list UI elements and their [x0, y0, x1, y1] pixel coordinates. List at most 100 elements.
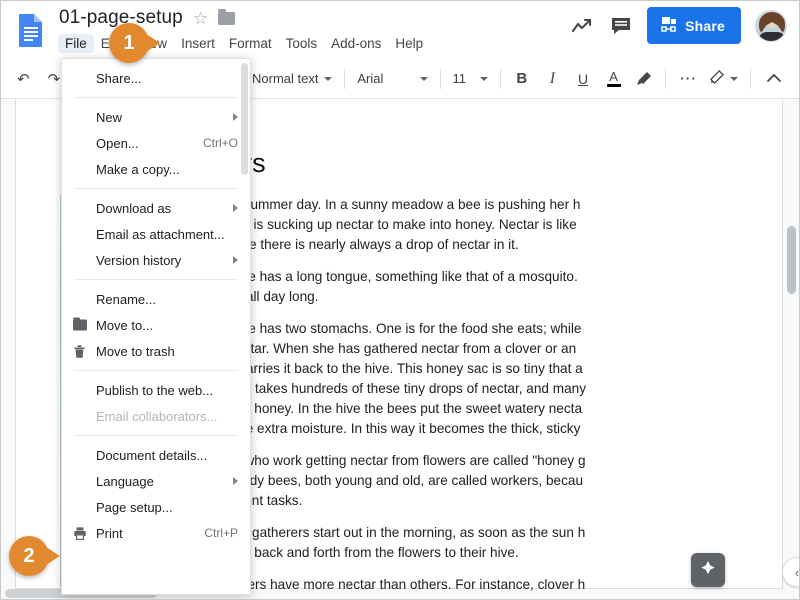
toolbar-divider — [499, 68, 501, 89]
paragraph-style-value: Normal text — [252, 71, 319, 86]
menu-item-shortcut: Ctrl+O — [202, 136, 238, 150]
explore-button[interactable] — [691, 553, 725, 587]
menu-item-share[interactable]: Share... — [62, 65, 250, 91]
submenu-arrow-icon — [233, 113, 238, 121]
toolbar-right-group — [703, 65, 799, 93]
menu-item-move-to-trash[interactable]: Move to trash — [62, 338, 250, 364]
menu-format[interactable]: Format — [222, 34, 279, 53]
menu-item-page-setup[interactable]: Page setup... — [62, 494, 250, 520]
menu-item-label: Document details... — [96, 447, 208, 463]
paragraph-5: The honey gatherers start out in the mor… — [184, 523, 742, 563]
vertical-scrollbar[interactable] — [787, 100, 796, 577]
font-family-value: Arial — [357, 71, 384, 86]
submenu-arrow-icon — [233, 256, 238, 264]
font-family-select[interactable]: Arial — [351, 71, 433, 86]
menu-item-language[interactable]: Language — [62, 468, 250, 494]
paragraph-3: A honeybee has two stomachs. One is for … — [184, 319, 742, 439]
menu-item-label: Print — [96, 525, 123, 541]
italic-button[interactable]: I — [540, 65, 565, 93]
activity-dashboard-icon[interactable] — [571, 14, 595, 38]
toolbar-divider — [439, 68, 441, 89]
comment-history-icon[interactable] — [609, 14, 633, 38]
collapse-toolbar-icon[interactable] — [760, 65, 788, 93]
chevron-down-icon — [324, 76, 333, 81]
menu-item-label: Download as — [96, 200, 172, 216]
explore-diamond-icon — [699, 559, 717, 582]
underline-button[interactable]: U — [571, 65, 596, 93]
chevron-down-icon — [419, 76, 428, 81]
menu-item-publish-to-the-web[interactable]: Publish to the web... — [62, 377, 250, 403]
menu-item-label: Make a copy... — [96, 161, 180, 177]
menu-help[interactable]: Help — [388, 34, 430, 53]
share-button[interactable]: Share — [647, 7, 741, 44]
menu-separator — [74, 188, 238, 189]
menu-item-shortcut: Ctrl+P — [204, 526, 238, 540]
file-dropdown-menu[interactable]: Share... New Open... Ctrl+O Make a copy.… — [61, 58, 251, 595]
menu-separator — [74, 370, 238, 371]
menu-item-document-details[interactable]: Document details... — [62, 442, 250, 468]
chevron-down-icon — [479, 76, 488, 81]
menu-item-label: Email collaborators... — [96, 408, 218, 424]
avatar-body — [758, 31, 786, 41]
menu-item-label: Share... — [96, 70, 142, 86]
menu-item-label: Move to trash — [96, 343, 175, 359]
font-size-value: 11 — [452, 71, 467, 86]
chevron-down-icon — [730, 76, 738, 81]
callout-step-2: 2 — [9, 536, 49, 576]
menu-item-download-as[interactable]: Download as — [62, 195, 250, 221]
submenu-arrow-icon — [233, 477, 238, 485]
menu-separator — [74, 97, 238, 98]
share-label: Share — [685, 17, 725, 34]
menu-item-label: Rename... — [96, 291, 156, 307]
menu-item-print[interactable]: Print Ctrl+P — [62, 520, 250, 546]
paragraph-2: A honeybee has a long tongue, something … — [184, 267, 742, 307]
avatar[interactable] — [755, 9, 787, 42]
editing-mode-select[interactable] — [703, 69, 744, 88]
bold-button[interactable]: B — [510, 65, 535, 93]
menu-separator — [74, 279, 238, 280]
paragraph-style-select[interactable]: Normal text — [246, 71, 338, 86]
text-color-letter: A — [609, 68, 618, 84]
menu-file[interactable]: File — [58, 34, 94, 53]
menu-item-label: New — [96, 109, 123, 125]
font-size-select[interactable]: 11 — [447, 71, 494, 86]
menu-item-make-a-copy[interactable]: Make a copy... — [62, 156, 250, 182]
toolbar-divider — [665, 68, 667, 89]
menu-item-move-to[interactable]: Move to... — [62, 312, 250, 338]
document-title-row: 01-page-setup ☆ — [59, 7, 236, 29]
menu-scrollbar-thumb[interactable] — [241, 63, 248, 175]
menu-tools[interactable]: Tools — [279, 34, 325, 53]
menu-item-label: Version history — [96, 252, 182, 268]
folder-icon — [72, 317, 87, 333]
toolbar-divider — [344, 68, 346, 89]
trash-icon — [72, 344, 87, 359]
menu-item-new[interactable]: New — [62, 104, 250, 130]
star-icon[interactable]: ☆ — [193, 10, 208, 27]
paragraph-1: It is a still summer day. In a sunny mea… — [184, 195, 742, 255]
google-docs-window: 01-page-setup ☆ File Edit View Insert Fo… — [0, 0, 800, 600]
menu-insert[interactable]: Insert — [174, 34, 222, 53]
menu-item-open[interactable]: Open... Ctrl+O — [62, 130, 250, 156]
text-color-swatch — [606, 83, 621, 87]
callout-step-1: 1 — [109, 23, 149, 63]
text-color-button[interactable]: A — [601, 65, 626, 93]
menu-item-label: Page setup... — [96, 499, 173, 515]
menu-item-email-as-attachment[interactable]: Email as attachment... — [62, 221, 250, 247]
undo-icon[interactable]: ↶ — [11, 65, 36, 93]
share-lock-icon — [660, 15, 678, 36]
more-options-icon[interactable]: ⋯ — [675, 65, 700, 93]
menu-add-ons[interactable]: Add-ons — [324, 34, 388, 53]
header-actions: Share — [571, 7, 787, 44]
printer-icon — [72, 526, 87, 541]
menu-item-rename[interactable]: Rename... — [62, 286, 250, 312]
side-panel-toggle[interactable]: ‹ — [782, 557, 799, 587]
edit-pencil-icon — [709, 69, 724, 88]
menu-item-label: Publish to the web... — [96, 382, 214, 398]
menu-item-label: Open... — [96, 135, 139, 151]
move-to-folder-icon[interactable] — [218, 8, 236, 25]
highlight-pen-icon[interactable] — [632, 65, 657, 93]
vertical-scrollbar-thumb[interactable] — [787, 226, 796, 294]
menu-item-label: Language — [96, 473, 154, 489]
menu-item-version-history[interactable]: Version history — [62, 247, 250, 273]
google-docs-icon — [17, 13, 45, 47]
